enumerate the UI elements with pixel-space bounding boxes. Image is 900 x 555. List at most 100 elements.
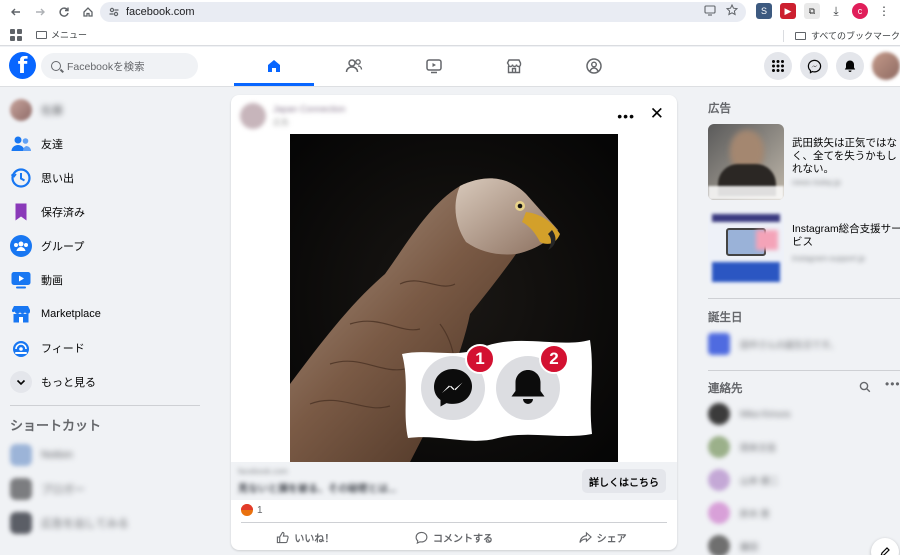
chevron-down-icon xyxy=(10,371,32,393)
sidebar-item-more[interactable]: もっと見る xyxy=(0,365,210,399)
ad-domain: instagram-support.jp xyxy=(792,254,865,263)
marketplace-icon xyxy=(10,303,32,325)
sponsored-ad[interactable]: 武田鉄矢は正気ではなく、全てを失うかもしれない。 news-today.jp xyxy=(708,124,900,204)
notifications-badge: 2 xyxy=(539,344,569,374)
bookmark-star-icon[interactable] xyxy=(725,3,739,19)
compose-icon xyxy=(880,547,890,555)
home-browser-icon[interactable] xyxy=(80,4,96,20)
home-icon xyxy=(268,60,280,72)
post-cta-bar[interactable]: facebook.com 見ないと損を被る、その秘密とは... 詳しくはこちら xyxy=(231,462,677,500)
sidebar-item-memories[interactable]: 思い出 xyxy=(0,161,210,195)
sidebar-item-friends[interactable]: 友達 xyxy=(0,127,210,161)
learn-more-button[interactable]: 詳しくはこちら xyxy=(582,469,666,493)
facebook-logo[interactable]: f xyxy=(9,52,36,79)
reaction-summary[interactable]: 1 xyxy=(241,504,263,516)
contact-name: 山本 健二 xyxy=(740,475,779,486)
share-button[interactable]: シェア xyxy=(528,524,677,550)
ad-title: Instagram総合支援サービス xyxy=(792,223,900,248)
post-divider xyxy=(241,522,667,523)
birthday-item[interactable]: 田中さんの誕生日です。 xyxy=(708,330,838,358)
sidebar-item-label: 保存済み xyxy=(41,207,85,219)
forward-icon[interactable] xyxy=(32,4,48,20)
shortcut-label: Notion xyxy=(41,449,73,461)
tab-watch[interactable] xyxy=(394,47,474,85)
sidebar-item-saved[interactable]: 保存済み xyxy=(0,195,210,229)
back-icon[interactable] xyxy=(8,4,24,20)
apps-grid-icon[interactable] xyxy=(10,28,22,41)
cta-caption: facebook.com xyxy=(238,467,288,476)
right-sidebar: 広告 武田鉄矢は正気ではなく、全てを失うかもしれない。 news-today.j… xyxy=(700,88,900,555)
sidebar-item-groups[interactable]: グループ xyxy=(0,229,210,263)
sidebar-item-label: 友達 xyxy=(41,139,63,151)
address-bar[interactable]: facebook.com xyxy=(100,2,746,22)
sidebar-item-marketplace[interactable]: Marketplace xyxy=(0,297,210,331)
shortcut-item[interactable]: Notion xyxy=(0,438,210,472)
groups-icon xyxy=(10,235,32,257)
contact-item[interactable]: Mika Kimura xyxy=(708,400,790,428)
post-image[interactable]: 1 2 xyxy=(290,134,618,462)
marketplace-icon xyxy=(506,59,522,74)
sidebar-item-label: 動画 xyxy=(41,275,63,287)
avatar[interactable] xyxy=(240,103,266,129)
reload-icon[interactable] xyxy=(56,4,72,20)
extension-s-icon[interactable]: S xyxy=(756,3,772,19)
sidebar-item-label: もっと見る xyxy=(41,377,96,389)
browser-toolbar: facebook.com S ▶ ⧉ ⤓ c ⋮ xyxy=(0,0,900,24)
install-app-icon[interactable] xyxy=(704,4,716,19)
contacts-options-icon[interactable]: ••• xyxy=(885,377,900,391)
shortcut-item[interactable]: ブロガー xyxy=(0,472,210,506)
sponsored-ad[interactable]: Instagram総合支援サービス instagram-support.jp xyxy=(708,210,900,290)
contact-item[interactable]: 鈴木 恵 xyxy=(708,499,770,527)
all-bookmarks[interactable]: すべてのブックマーク xyxy=(782,29,900,42)
bookmark-folder-menu[interactable]: メニュー xyxy=(36,28,87,41)
avatar xyxy=(708,502,730,524)
sidebar-item-profile[interactable]: 佐藤 xyxy=(0,93,210,127)
contact-item[interactable]: 藤田 xyxy=(708,532,758,555)
tab-groups[interactable] xyxy=(554,47,634,85)
search-input[interactable]: Facebookを検索 xyxy=(41,53,198,79)
sidebar-item-feed[interactable]: フィード xyxy=(0,331,210,365)
bookmark-folder-label: メニュー xyxy=(51,30,88,40)
account-avatar[interactable] xyxy=(872,52,900,80)
tab-marketplace[interactable] xyxy=(474,47,554,85)
site-info-icon[interactable] xyxy=(108,6,120,18)
post-sponsored-label: 広告 xyxy=(273,118,289,127)
more-options-icon[interactable]: ••• xyxy=(617,108,635,124)
avatar xyxy=(708,436,730,458)
messenger-icon xyxy=(807,59,821,74)
extensions-puzzle-icon[interactable]: ⧉ xyxy=(804,3,820,19)
tab-friends[interactable] xyxy=(314,47,394,85)
post-header: Japan Connection 広告 ••• ✕ xyxy=(231,95,677,135)
friends-icon xyxy=(345,59,363,73)
post-actions: いいね！ コメントする シェア xyxy=(231,524,677,550)
sidebar-item-video[interactable]: 動画 xyxy=(0,263,210,297)
new-message-button[interactable] xyxy=(871,538,899,555)
folder-icon xyxy=(36,30,47,39)
extension-video-icon[interactable]: ▶ xyxy=(780,3,796,19)
tab-home[interactable] xyxy=(234,47,314,86)
contact-item[interactable]: 山本 健二 xyxy=(708,466,779,494)
reaction-count: 1 xyxy=(257,504,263,516)
menu-button[interactable] xyxy=(764,52,792,80)
shortcut-thumbnail xyxy=(10,444,32,466)
avatar xyxy=(708,469,730,491)
messenger-button[interactable] xyxy=(800,52,828,80)
sidebar-item-label: Marketplace xyxy=(41,308,101,320)
like-button[interactable]: いいね！ xyxy=(231,524,380,550)
browser-menu-icon[interactable]: ⋮ xyxy=(876,3,892,19)
profile-avatar[interactable]: c xyxy=(852,3,868,19)
notifications-button[interactable] xyxy=(836,52,864,80)
comment-button[interactable]: コメントする xyxy=(380,524,529,550)
shortcut-item[interactable]: 広告を出してみる xyxy=(0,506,210,540)
share-icon xyxy=(579,531,592,543)
groups-icon xyxy=(586,58,602,74)
contact-item[interactable]: 岡本文佳 xyxy=(708,433,776,461)
post-author[interactable]: Japan Connection xyxy=(273,104,346,114)
close-icon[interactable]: ✕ xyxy=(650,104,664,124)
like-label: いいね！ xyxy=(294,533,335,545)
download-icon[interactable]: ⤓ xyxy=(828,3,844,19)
feed-icon xyxy=(10,337,32,359)
shortcut-label: 広告を出してみる xyxy=(41,518,129,530)
avatar xyxy=(708,535,730,555)
search-contacts-icon[interactable] xyxy=(859,380,871,398)
